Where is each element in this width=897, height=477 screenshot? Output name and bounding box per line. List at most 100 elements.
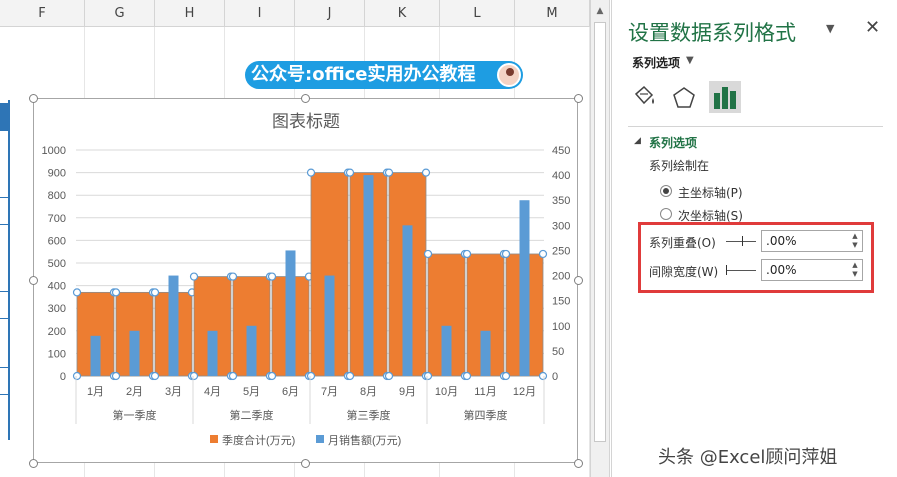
y-left-tick-label: 700 bbox=[48, 213, 66, 225]
column-header-J[interactable]: J bbox=[295, 0, 365, 27]
partial-chart-selection-tab[interactable] bbox=[0, 103, 10, 131]
effects-pentagon-icon[interactable] bbox=[669, 84, 699, 112]
series-options-bar-chart-icon[interactable] bbox=[709, 81, 741, 113]
series-selection-handle[interactable] bbox=[111, 288, 121, 297]
x-tick-label: 8月 bbox=[360, 386, 377, 398]
series-overlap-value[interactable]: .00% bbox=[766, 234, 797, 248]
bar-monthly-sales[interactable] bbox=[402, 225, 413, 376]
series-selection-handle[interactable] bbox=[72, 288, 82, 297]
secondary-axis-radio[interactable] bbox=[660, 208, 672, 220]
column-header-I[interactable]: I bbox=[225, 0, 295, 27]
chart-resize-handle[interactable] bbox=[301, 459, 310, 468]
series-selection-handle[interactable] bbox=[189, 272, 199, 281]
chart-resize-handle[interactable] bbox=[29, 94, 38, 103]
gap-width-slider-thumb[interactable] bbox=[726, 265, 727, 275]
bar-monthly-sales[interactable] bbox=[441, 325, 452, 376]
series-selection-handle[interactable] bbox=[150, 371, 160, 381]
partial-chart-tick bbox=[0, 197, 10, 198]
primary-axis-radio[interactable] bbox=[660, 185, 672, 197]
series-selection-handle[interactable] bbox=[501, 371, 511, 381]
avatar-icon bbox=[497, 63, 521, 87]
y-left-tick-label: 100 bbox=[48, 348, 66, 360]
series-selection-handle[interactable] bbox=[384, 168, 394, 177]
series-selection-handle[interactable] bbox=[228, 272, 238, 281]
series-options-menu[interactable]: 系列选项 bbox=[632, 54, 680, 71]
collapse-caret-icon[interactable]: ◢ bbox=[634, 136, 641, 146]
section-series-options[interactable]: 系列选项 bbox=[649, 134, 697, 151]
series-selection-handle[interactable] bbox=[345, 371, 355, 381]
bar-monthly-sales[interactable] bbox=[324, 275, 335, 376]
bar-monthly-sales[interactable] bbox=[363, 175, 374, 376]
chart-resize-handle[interactable] bbox=[29, 276, 38, 285]
chart-area[interactable]: 图表标题 0 100 200 300 400 500 600 700 800 900 1000 0 50 1… bbox=[29, 94, 583, 468]
scrollbar-thumb[interactable] bbox=[594, 22, 606, 442]
series-selection-handle[interactable] bbox=[72, 371, 82, 381]
series-selection-handle[interactable] bbox=[538, 249, 548, 259]
chevron-down-icon[interactable]: ▼ bbox=[686, 55, 694, 66]
column-header-bar: FGHIJKLM bbox=[0, 0, 590, 27]
series-selection-handle[interactable] bbox=[538, 371, 548, 381]
series-selection-handle[interactable] bbox=[462, 371, 472, 381]
fill-line-icon[interactable] bbox=[630, 84, 660, 112]
gap-width-input[interactable]: .00% ▲ ▼ bbox=[761, 259, 863, 281]
spin-up-icon[interactable]: ▲ bbox=[850, 232, 860, 241]
bar-monthly-sales[interactable] bbox=[129, 330, 140, 376]
chart-resize-handle[interactable] bbox=[29, 459, 38, 468]
scroll-up-arrow-icon[interactable]: ▲ bbox=[594, 6, 606, 16]
column-header-M[interactable]: M bbox=[515, 0, 590, 27]
chart-resize-handle[interactable] bbox=[574, 459, 583, 468]
partial-chart-border[interactable] bbox=[0, 100, 10, 440]
column-header-H[interactable]: H bbox=[155, 0, 225, 27]
series-selection-handle[interactable] bbox=[228, 371, 238, 381]
column-header-L[interactable]: L bbox=[440, 0, 515, 27]
close-icon[interactable]: ✕ bbox=[865, 17, 880, 38]
series-selection-handle[interactable] bbox=[189, 371, 199, 381]
series-selection-handle[interactable] bbox=[384, 371, 394, 381]
series-selection-handle[interactable] bbox=[267, 371, 277, 381]
spin-down-icon[interactable]: ▼ bbox=[850, 270, 860, 279]
spin-up-icon[interactable]: ▲ bbox=[850, 261, 860, 270]
bar-monthly-sales[interactable] bbox=[480, 330, 491, 376]
partial-chart-tick bbox=[0, 318, 10, 319]
spin-down-icon[interactable]: ▼ bbox=[850, 241, 860, 250]
series-selection-handle[interactable] bbox=[462, 249, 472, 259]
watermark-text: 公众号:office实用办公教程 bbox=[251, 64, 476, 85]
series-selection-handle[interactable] bbox=[501, 249, 511, 259]
series-selection-handle[interactable] bbox=[111, 371, 121, 381]
series-overlap-slider[interactable] bbox=[726, 241, 756, 242]
bar-monthly-sales[interactable] bbox=[246, 325, 257, 376]
chart-resize-handle[interactable] bbox=[301, 94, 310, 103]
chart-canvas: 图表标题 0 100 200 300 400 500 600 700 800 900 1000 0 50 1… bbox=[42, 112, 571, 447]
gap-width-value[interactable]: .00% bbox=[766, 263, 797, 277]
series-selection-handle[interactable] bbox=[423, 249, 433, 259]
series-overlap-slider-thumb[interactable] bbox=[742, 236, 743, 246]
column-header-K[interactable]: K bbox=[365, 0, 440, 27]
vertical-scrollbar[interactable]: ▲ bbox=[590, 0, 610, 477]
bar-monthly-sales[interactable] bbox=[519, 200, 530, 376]
bar-monthly-sales[interactable] bbox=[90, 335, 101, 376]
series-selection-handle[interactable] bbox=[345, 168, 355, 177]
series-selection-handle[interactable] bbox=[306, 371, 316, 381]
series-overlap-input[interactable]: .00% ▲ ▼ bbox=[761, 230, 863, 252]
bar-monthly-sales[interactable] bbox=[207, 330, 218, 376]
y-left-tick-label: 200 bbox=[48, 326, 66, 338]
series-selection-handle[interactable] bbox=[306, 168, 316, 177]
x-group-label: 第四季度 bbox=[464, 408, 508, 422]
y-right-tick-label: 300 bbox=[552, 220, 570, 232]
chart-resize-handle[interactable] bbox=[574, 276, 583, 285]
series-selection-handle[interactable] bbox=[423, 371, 433, 381]
bar-monthly-sales[interactable] bbox=[168, 275, 179, 376]
pane-title: 设置数据系列格式 bbox=[628, 21, 796, 45]
pane-divider bbox=[628, 126, 883, 127]
gap-width-slider[interactable] bbox=[726, 270, 756, 271]
bar-monthly-sales[interactable] bbox=[285, 250, 296, 376]
pane-options-dropdown-icon[interactable]: ▼ bbox=[826, 22, 834, 35]
x-tick-label: 9月 bbox=[399, 386, 416, 398]
chart-resize-handle[interactable] bbox=[574, 94, 583, 103]
column-header-G[interactable]: G bbox=[85, 0, 155, 27]
series-selection-handle[interactable] bbox=[150, 288, 160, 297]
primary-axis-label[interactable]: 主坐标轴(P) bbox=[678, 184, 743, 201]
column-header-F[interactable]: F bbox=[0, 0, 85, 27]
series-selection-handle[interactable] bbox=[267, 272, 277, 281]
series-selection-handle[interactable] bbox=[421, 168, 431, 177]
